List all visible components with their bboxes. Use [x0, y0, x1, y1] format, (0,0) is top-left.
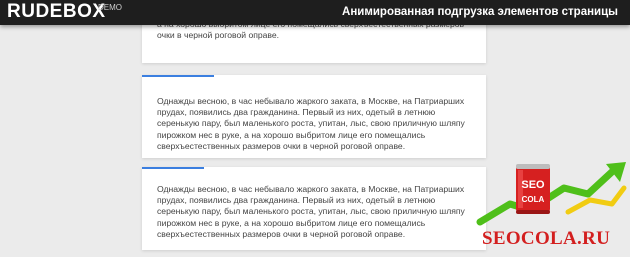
card-text: Однажды весною, в час небывало жаркого з… [157, 184, 465, 239]
logo-text-rude: RUDE [7, 1, 63, 22]
soda-can-icon: SEO COLA [516, 164, 550, 214]
page-title: Анимированная подгрузка элементов страни… [342, 6, 618, 18]
card-text: Однажды весною, в час небывало жаркого з… [157, 96, 465, 151]
rudebox-logo[interactable]: RUDEBOX [7, 1, 106, 23]
can-label-cola: COLA [522, 195, 545, 204]
loading-progress-bar [142, 167, 204, 169]
content-card-3: Однажды весною, в час небывало жаркого з… [142, 167, 486, 250]
content-card-2: Однажды весною, в час небывало жаркого з… [142, 75, 486, 158]
can-label-seo: SEO [521, 179, 545, 191]
seocola-url-text: SEOCOLA.RU [482, 228, 611, 249]
loading-progress-bar [142, 75, 215, 77]
demo-label: DEMO [98, 3, 122, 12]
top-navigation-bar: RUDEBOX DEMO Анимированная подгрузка эле… [0, 0, 630, 25]
